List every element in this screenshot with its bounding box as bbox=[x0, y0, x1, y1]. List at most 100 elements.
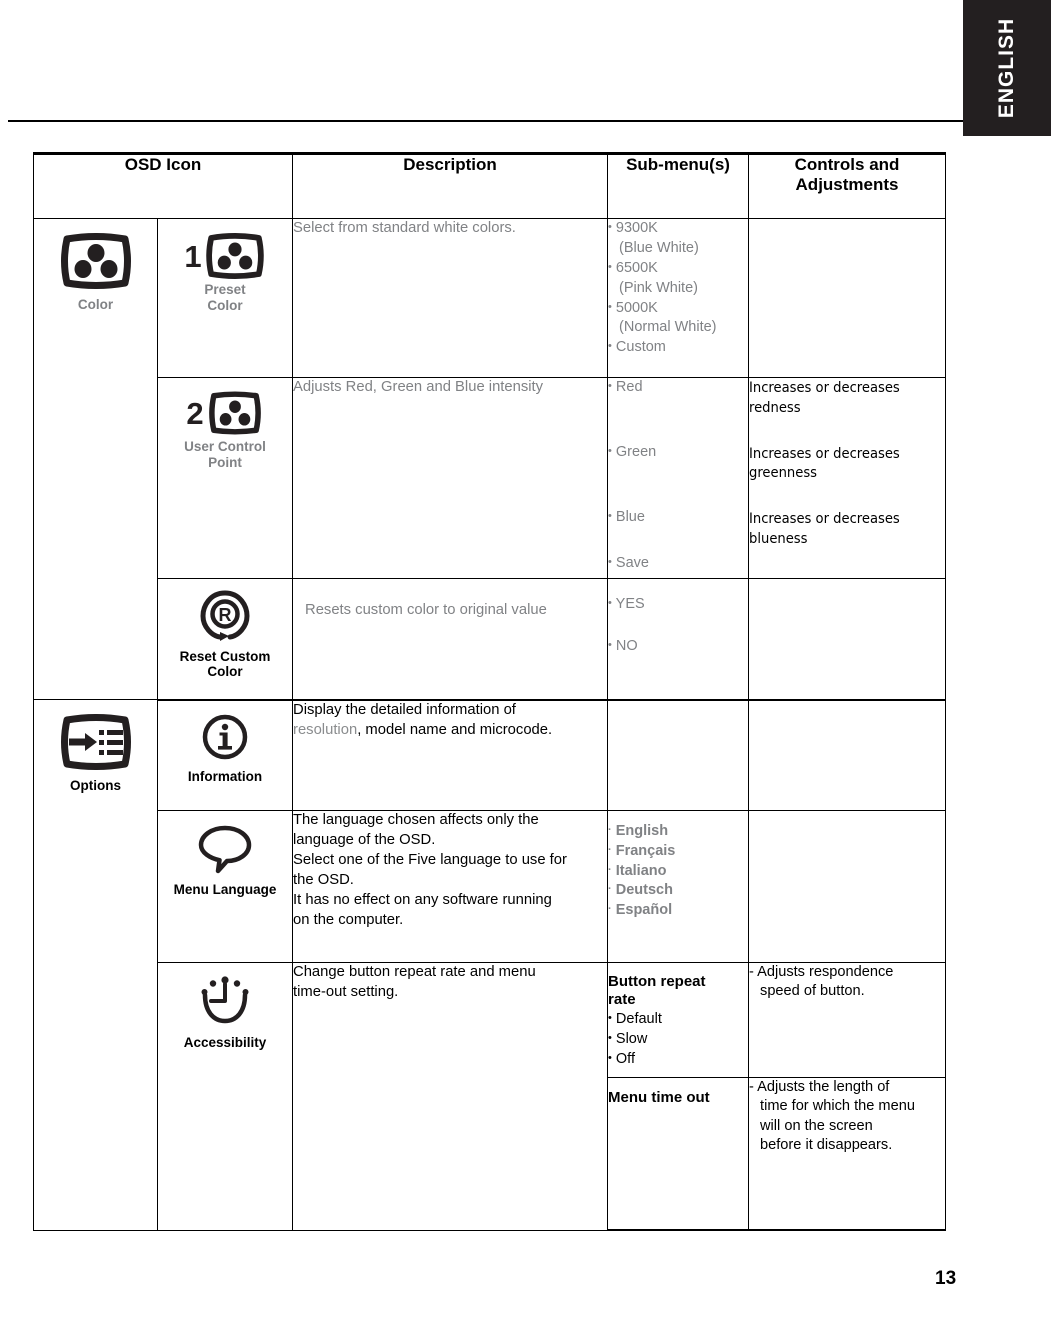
controls-menu-time-out: - Adjusts the length of time for which t… bbox=[748, 1077, 947, 1232]
description-user-control-point: Adjusts Red, Green and Blue intensity bbox=[292, 377, 609, 579]
description-reset-custom-color: Resets custom color to original value bbox=[292, 577, 609, 701]
bullet-icon: · bbox=[608, 863, 612, 876]
list-item: · Deutsch bbox=[608, 881, 748, 900]
submenu-label: Slow bbox=[615, 1031, 648, 1048]
label-preset-color-line1: Preset bbox=[204, 282, 246, 298]
submenu-label: Green bbox=[615, 444, 657, 461]
list-item: • 6500K bbox=[608, 259, 748, 278]
reset-custom-color-icon: R bbox=[158, 589, 292, 646]
list-item: • Custom bbox=[608, 338, 748, 357]
description-information: Display the detailed information of reso… bbox=[292, 699, 609, 811]
description-accessibility: Change button repeat rate and menu time-… bbox=[292, 961, 609, 1231]
bullet-icon: · bbox=[608, 823, 612, 836]
header-osd-icon: OSD Icon bbox=[32, 151, 294, 220]
language-tab-label: ENGLISH bbox=[995, 17, 1018, 119]
bullet-icon: • bbox=[608, 1012, 612, 1025]
bullet-icon: • bbox=[608, 221, 612, 234]
list-item: • 9300K bbox=[608, 219, 748, 238]
list-item: · Français bbox=[608, 842, 748, 861]
list-item-sub: (Pink White) bbox=[619, 279, 698, 296]
list-item: • Green bbox=[608, 443, 748, 462]
label-accessibility: Accessibility bbox=[183, 1034, 267, 1050]
label-menu-language: Menu Language bbox=[173, 881, 277, 897]
submenu-label: Español bbox=[615, 902, 673, 919]
description-line: The language chosen affects only the bbox=[293, 811, 539, 828]
list-item: • Red bbox=[608, 378, 748, 397]
list-item: • Blue bbox=[608, 508, 748, 527]
bullet-icon: · bbox=[608, 903, 612, 916]
osd-controls-table: OSD Icon Description Sub-menu(s) Control… bbox=[32, 151, 947, 1232]
control-line: - Adjusts respondence bbox=[749, 963, 894, 980]
control-line: - Adjusts the length of bbox=[749, 1079, 890, 1096]
control-text: Increases or decreases greenness bbox=[749, 444, 900, 482]
speech-bubble-icon bbox=[158, 824, 292, 879]
submenu-heading: Menu time out bbox=[608, 1089, 710, 1107]
description-menu-language: The language chosen affects only the lan… bbox=[292, 809, 609, 963]
icon-cell-preset-color: 1 Preset Color bbox=[156, 218, 294, 379]
bullet-icon: · bbox=[608, 843, 612, 856]
group-label-color: Color bbox=[77, 297, 114, 313]
submenu-user-control-point: • Red • Green • Blue • Save bbox=[607, 377, 750, 579]
preset-color-number: 1 bbox=[184, 238, 202, 274]
controls-information bbox=[748, 699, 947, 811]
list-item: • 5000K bbox=[608, 299, 748, 318]
submenu-label: Off bbox=[615, 1050, 635, 1067]
table-row-accessibility: Accessibility Change button repeat rate … bbox=[34, 961, 947, 1231]
table-header-row: OSD Icon Description Sub-menu(s) Control… bbox=[32, 151, 947, 220]
description-preset-color: Select from standard white colors. bbox=[292, 218, 609, 379]
description-text: Select from standard white colors. bbox=[293, 220, 516, 237]
submenu-label: YES bbox=[615, 595, 645, 612]
options-monitor-icon bbox=[34, 714, 157, 775]
description-rest: , model name and microcode. bbox=[357, 721, 553, 738]
user-control-point-number: 2 bbox=[186, 395, 204, 431]
icon-cell-user-control-point: 2 User Control Point bbox=[156, 377, 294, 579]
bullet-icon: • bbox=[608, 300, 612, 313]
bullet-icon: • bbox=[608, 1051, 612, 1064]
label-preset-color-line2: Color bbox=[207, 297, 243, 313]
submenu-button-repeat-rate: Button repeat rate • Default • Slow • Of… bbox=[607, 961, 750, 1079]
submenu-label: English bbox=[615, 822, 669, 839]
icon-cell-accessibility: Accessibility bbox=[156, 961, 294, 1231]
preset-color-icon: 1 bbox=[184, 233, 265, 280]
bullet-icon: • bbox=[608, 260, 612, 273]
list-item: · English bbox=[608, 822, 748, 841]
description-text: Adjusts Red, Green and Blue intensity bbox=[293, 379, 544, 396]
controls-user-control-point: Increases or decreases redness Increases… bbox=[748, 377, 947, 579]
submenu-label: Blue bbox=[615, 508, 645, 525]
group-cell-color: Color bbox=[33, 218, 158, 701]
header-sub-menus: Sub-menu(s) bbox=[607, 151, 750, 220]
icon-cell-reset-custom-color: R Reset Custom Color bbox=[156, 577, 294, 701]
group-cell-options: Options bbox=[33, 699, 158, 1231]
label-reset-custom-color-line1: Reset Custom bbox=[179, 648, 271, 664]
description-line: the OSD. bbox=[293, 871, 354, 888]
list-item: · Italiano bbox=[608, 862, 748, 881]
submenu-information bbox=[607, 699, 750, 811]
icon-cell-information: Information bbox=[156, 699, 294, 811]
submenu-heading-line1: Button repeat bbox=[608, 972, 706, 990]
label-user-control-point-line1: User Control bbox=[184, 439, 266, 455]
page-number: 13 bbox=[935, 1268, 957, 1289]
list-item: · Español bbox=[608, 901, 748, 920]
list-item: • YES bbox=[608, 595, 748, 614]
bullet-icon: • bbox=[608, 1032, 612, 1045]
description-line: time-out setting. bbox=[293, 983, 399, 1000]
header-controls-adjustments: Controls and Adjustments bbox=[748, 151, 947, 220]
icon-cell-menu-language: Menu Language bbox=[156, 809, 294, 963]
submenu-label: 5000K bbox=[615, 299, 658, 316]
control-line: speed of button. bbox=[760, 983, 865, 1000]
header-description: Description bbox=[292, 151, 609, 220]
bullet-icon: • bbox=[608, 596, 612, 609]
bullet-icon: • bbox=[608, 445, 612, 458]
control-text: Increases or decreases redness bbox=[749, 379, 900, 416]
bullet-icon: • bbox=[608, 639, 612, 652]
description-line: It has no effect on any software running bbox=[293, 891, 552, 908]
submenu-menu-language: · English · Français · Italiano · Deutsc… bbox=[607, 809, 750, 963]
list-item: • Off bbox=[608, 1050, 748, 1069]
bullet-icon: • bbox=[608, 380, 612, 393]
submenu-label: Default bbox=[615, 1011, 662, 1028]
submenu-label: Français bbox=[615, 842, 676, 859]
group-label-options: Options bbox=[70, 778, 121, 794]
submenu-label: NO bbox=[615, 638, 638, 655]
list-item-sub: (Blue White) bbox=[619, 240, 699, 257]
description-line: Change button repeat rate and menu bbox=[293, 963, 536, 980]
